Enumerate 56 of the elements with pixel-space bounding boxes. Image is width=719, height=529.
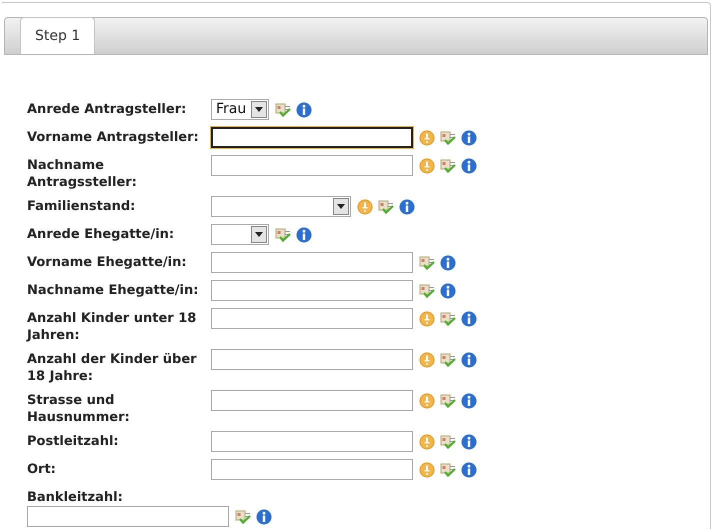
dropdown[interactable] [211, 224, 269, 245]
document-check-icon [440, 434, 456, 450]
document-check-icon [440, 310, 456, 326]
info-icon [461, 352, 477, 368]
document-check-icon [419, 254, 435, 270]
field-label: Anzahl der Kinder über 18 Jahre: [27, 351, 198, 386]
document-check-icon [378, 198, 394, 214]
document-check-icon [275, 102, 291, 118]
document-check-icon [440, 158, 456, 174]
document-check-icon [235, 508, 251, 524]
tab[interactable]: Step 1 [20, 17, 96, 54]
caret-icon [255, 107, 263, 112]
text-field[interactable] [27, 506, 229, 527]
text-field[interactable] [211, 280, 413, 301]
field-label: Bankleitzahl: [27, 489, 124, 506]
info-icon [440, 282, 456, 298]
info-icon [256, 508, 272, 524]
document-check-icon [440, 462, 456, 478]
text-field[interactable] [211, 459, 413, 480]
field-label: Ort: [27, 461, 57, 479]
text-field[interactable] [211, 308, 413, 329]
field-label: Nachname Antragssteller: [27, 157, 138, 192]
field-label: Strasse und Hausnummer: [27, 392, 131, 427]
info-icon [461, 392, 477, 408]
field-label: Nachname Ehegatte/in: [27, 282, 200, 300]
text-field[interactable] [211, 252, 413, 273]
field-label: Vorname Ehegatte/in: [27, 254, 188, 272]
document-check-icon [440, 352, 456, 368]
document-check-icon [419, 282, 435, 298]
text-field[interactable] [211, 155, 413, 176]
info-icon [440, 254, 456, 270]
dropdown[interactable] [211, 196, 351, 217]
text-field[interactable] [211, 431, 413, 452]
field-label: Anrede Antragsteller: [27, 101, 188, 119]
info-icon [296, 102, 312, 118]
document-check-icon [275, 226, 291, 242]
info-icon [461, 158, 477, 174]
document-check-icon [440, 392, 456, 408]
text-field[interactable] [211, 349, 413, 370]
field-label: Anrede Ehegatte/in: [27, 226, 176, 244]
info-icon [461, 434, 477, 450]
caret-icon [255, 232, 263, 237]
info-icon [461, 310, 477, 326]
dropdown[interactable]: Frau [211, 99, 269, 120]
field-label: Vorname Antragsteller: [27, 129, 200, 147]
info-icon [399, 198, 415, 214]
field-label: Familienstand: [27, 198, 136, 216]
field-label: Postleitzahl: [27, 433, 120, 451]
caret-icon [337, 204, 345, 209]
text-field[interactable] [211, 390, 413, 411]
field-label: Anzahl Kinder unter 18 Jahren: [27, 310, 198, 345]
info-icon [461, 130, 477, 146]
document-check-icon [440, 130, 456, 146]
text-field[interactable] [211, 127, 413, 148]
info-icon [461, 462, 477, 478]
info-icon [296, 226, 312, 242]
